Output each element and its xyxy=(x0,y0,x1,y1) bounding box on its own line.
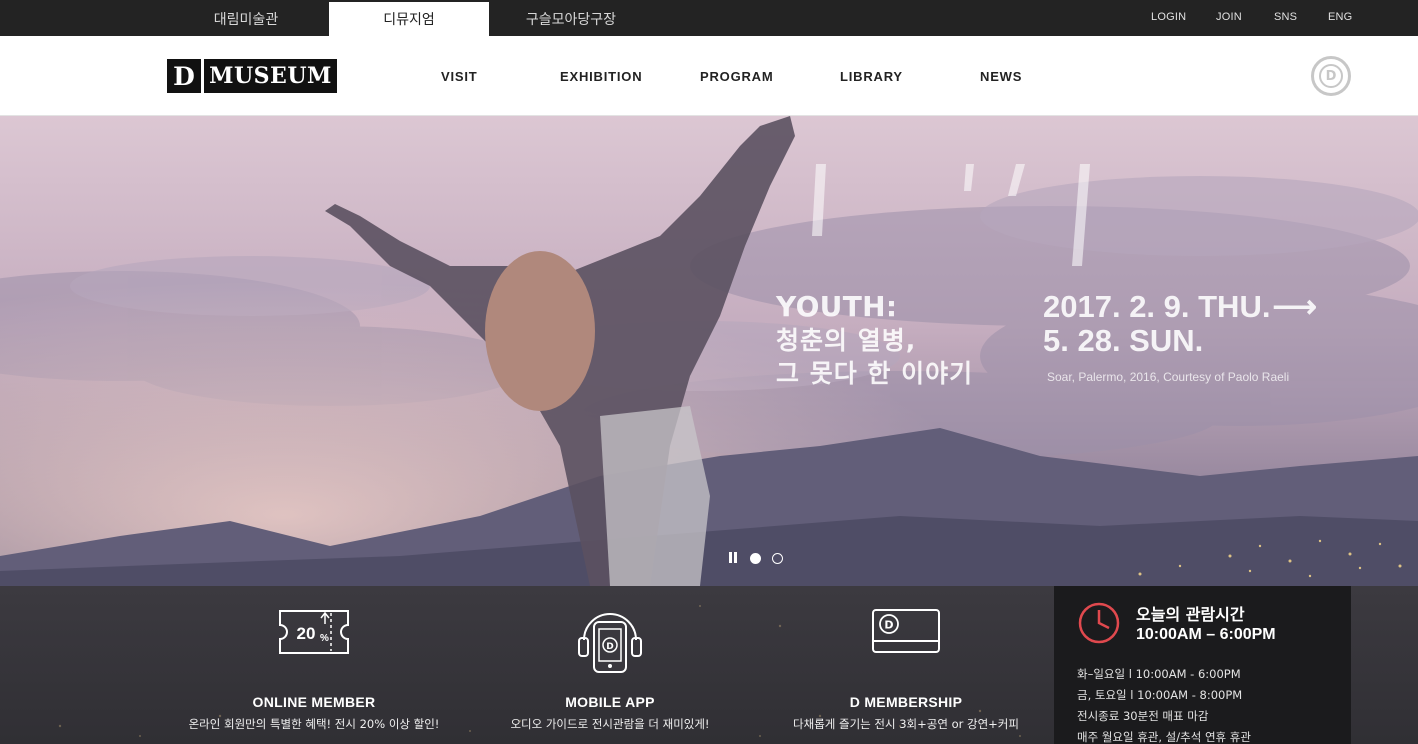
nav-exhibition[interactable]: EXHIBITION xyxy=(560,69,642,84)
d-membership-desc: 다채롭게 즐기는 전시 3회+공연 or 강연+커피 xyxy=(793,717,1019,731)
logo-mark: D xyxy=(173,61,195,91)
date-start: 2017. 2. 9. THU. xyxy=(1043,289,1271,324)
exhibition-subtitle-line1: 청춘의 열병, xyxy=(776,326,917,355)
service-strip: 20 % ONLINE MEMBER 온라인 회원만의 특별한 혜택! 전시 2… xyxy=(0,586,1418,744)
hours-line: 전시종료 30분전 매표 마감 xyxy=(1077,709,1209,723)
coupon-unit: % xyxy=(320,633,329,644)
logo-word: MUSEUM xyxy=(209,63,332,89)
pause-icon[interactable] xyxy=(729,552,739,564)
clock-icon xyxy=(1078,602,1120,644)
mobile-app-title: MOBILE APP xyxy=(565,694,655,710)
opening-hours-panel: 오늘의 관람시간 10:00AM – 6:00PM 화–일요일 l 10:00A… xyxy=(1054,586,1351,744)
site-tab-dmuseum[interactable]: 디뮤지엄 xyxy=(329,2,489,36)
slide-dot-1[interactable] xyxy=(750,552,761,564)
mobile-app-card[interactable]: D MOBILE APP 오디오 가이드로 전시관람을 더 재미있게! xyxy=(460,608,760,732)
d-membership-title: D MEMBERSHIP xyxy=(849,694,963,710)
hours-label: 오늘의 관람시간 xyxy=(1136,605,1245,624)
exhibition-title-main: YOUTH: xyxy=(776,290,898,323)
hours-line: 화–일요일 l 10:00AM - 6:00PM xyxy=(1077,667,1241,681)
main-header: D MUSEUM VISIT EXHIBITION PROGRAM LIBRAR… xyxy=(0,36,1418,116)
coupon-20-percent-icon: 20 % xyxy=(279,610,349,654)
site-switcher-bar: 대림미술관 디뮤지엄 구슬모아당구장 LOGIN JOIN SNS ENG xyxy=(0,0,1418,36)
nav-visit[interactable]: VISIT xyxy=(441,69,478,84)
exhibition-dates: 2017. 2. 9. THU.⟶ 5. 28. SUN. xyxy=(1043,290,1317,358)
arrow-right-icon: ⟶ xyxy=(1272,289,1317,324)
exhibition-title[interactable]: YOUTH: 청춘의 열병, 그 못다 한 이야기 xyxy=(776,290,973,390)
slide-dot-2[interactable] xyxy=(772,552,783,564)
photo-credit: Soar, Palermo, 2016, Courtesy of Paolo R… xyxy=(1047,370,1290,384)
hours-line: 매주 월요일 휴관, 설/추석 연휴 휴관 xyxy=(1077,730,1251,744)
slider-controls xyxy=(729,552,783,564)
nav-library[interactable]: LIBRARY xyxy=(840,69,903,84)
coupon-value: 20 xyxy=(297,624,316,643)
hours-details: 화–일요일 l 10:00AM - 6:00PM 금, 토요일 l 10:00A… xyxy=(1077,664,1251,744)
d-membership-card[interactable]: D D MEMBERSHIP 다채롭게 즐기는 전시 3회+공연 or 강연+커… xyxy=(756,608,1056,732)
mobile-app-icon: D xyxy=(578,613,642,673)
join-link[interactable]: JOIN xyxy=(1216,0,1242,34)
app-icon-letter: D xyxy=(606,642,613,652)
login-link[interactable]: LOGIN xyxy=(1151,0,1186,34)
dmuseum-logo[interactable]: D MUSEUM xyxy=(167,59,337,93)
membership-card-icon: D xyxy=(872,609,940,653)
d-circle-letter: D xyxy=(1325,68,1337,84)
date-end: 5. 28. SUN. xyxy=(1043,323,1204,358)
sns-link[interactable]: SNS xyxy=(1274,0,1297,34)
mobile-app-desc: 오디오 가이드로 전시관람을 더 재미있게! xyxy=(510,717,710,731)
hero-banner: YOUTH: 청춘의 열병, 그 못다 한 이야기 2017. 2. 9. TH… xyxy=(0,116,1418,586)
online-member-desc: 온라인 회원만의 특별한 혜택! 전시 20% 이상 할인! xyxy=(188,717,440,731)
online-member-card[interactable]: 20 % ONLINE MEMBER 온라인 회원만의 특별한 혜택! 전시 2… xyxy=(164,608,464,732)
hours-line: 금, 토요일 l 10:00AM - 8:00PM xyxy=(1077,688,1243,702)
d-circle-menu-icon[interactable]: D xyxy=(1311,56,1351,96)
exhibition-subtitle-line2: 그 못다 한 이야기 xyxy=(776,359,974,388)
site-tab-daelim[interactable]: 대림미술관 xyxy=(171,2,321,36)
card-letter: D xyxy=(884,619,893,632)
site-tab-guslemoa[interactable]: 구슬모아당구장 xyxy=(496,2,646,36)
nav-news[interactable]: NEWS xyxy=(980,69,1022,84)
hours-today: 10:00AM – 6:00PM xyxy=(1136,626,1276,643)
eng-link[interactable]: ENG xyxy=(1328,0,1352,34)
online-member-title: ONLINE MEMBER xyxy=(252,694,376,710)
nav-program[interactable]: PROGRAM xyxy=(700,69,774,84)
